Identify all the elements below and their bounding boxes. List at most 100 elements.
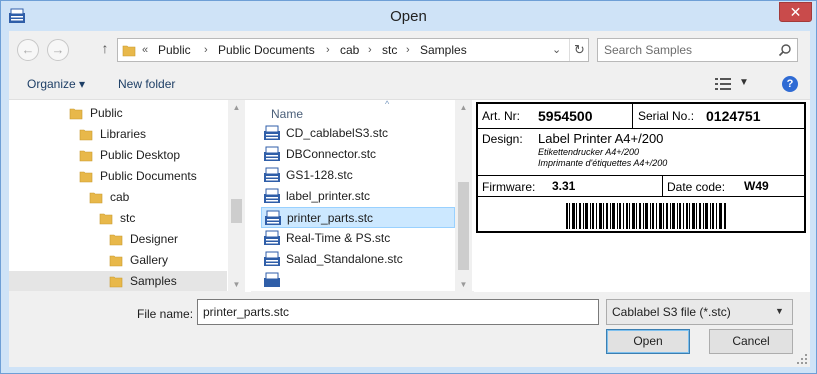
address-dropdown-icon[interactable]: ⌄ — [552, 43, 561, 56]
search-icon[interactable] — [778, 43, 792, 57]
file-item[interactable]: DBConnector.stc — [261, 144, 455, 165]
file-item[interactable]: Salad_Standalone.stc — [261, 249, 455, 270]
breadcrumb-separator-icon[interactable]: › — [204, 44, 208, 56]
file-item-selected[interactable]: printer_parts.stc — [261, 207, 455, 228]
art-number-value: 5954500 — [538, 108, 593, 124]
file-item[interactable]: Real-Time & PS.stc — [261, 228, 455, 249]
breadcrumb-separator-icon[interactable]: › — [326, 44, 330, 56]
tree-item-label: Public — [90, 106, 123, 120]
file-name: GS1-128.stc — [286, 168, 353, 182]
forward-button[interactable]: → — [47, 39, 69, 61]
file-name: CD_cablabelS3.stc — [286, 126, 389, 140]
breadcrumb-cab[interactable]: cab — [340, 43, 359, 57]
cancel-button[interactable]: Cancel — [709, 329, 793, 354]
breadcrumb-overflow-icon[interactable]: « — [142, 44, 148, 56]
back-button[interactable]: ← — [17, 39, 39, 61]
search-box[interactable] — [597, 38, 798, 62]
breadcrumb-separator-icon[interactable]: › — [406, 44, 410, 56]
cablabel-file-icon — [264, 251, 280, 266]
breadcrumb-public-documents[interactable]: Public Documents — [218, 43, 315, 57]
organize-button[interactable]: Organize ▾ — [27, 77, 85, 91]
up-arrow-icon: ↑ — [101, 40, 109, 56]
refresh-icon: ↻ — [574, 42, 585, 57]
file-name: Salad_Standalone.stc — [286, 252, 403, 266]
name-column-header[interactable]: Name — [271, 107, 303, 121]
view-options-icon[interactable] — [715, 78, 731, 90]
scroll-down-icon[interactable]: ▼ — [455, 280, 472, 289]
refresh-button[interactable]: ↻ — [569, 39, 589, 61]
tree-item-label: Public Documents — [100, 169, 197, 183]
barcode — [566, 203, 726, 229]
tree-item-designer[interactable]: Designer — [9, 229, 227, 249]
title-bar[interactable]: Open ✕ — [1, 1, 816, 31]
folder-icon — [79, 150, 93, 162]
file-item[interactable]: CD_cablabelS3.stc — [261, 123, 455, 144]
design-subtitle-de: Etikettendrucker A4+/200 — [538, 147, 639, 157]
tree-item-public-desktop[interactable]: Public Desktop — [9, 145, 227, 165]
file-name-input[interactable] — [203, 304, 593, 320]
dialog-content: ← → ↑ « Public › Public Documents › cab … — [9, 31, 810, 367]
tree-item-label: stc — [120, 211, 136, 225]
scroll-up-icon[interactable]: ▲ — [455, 103, 472, 112]
cablabel-file-icon — [265, 210, 281, 225]
folder-icon — [79, 129, 93, 141]
up-button[interactable]: ↑ — [97, 40, 113, 60]
scroll-thumb[interactable] — [231, 199, 242, 223]
tree-item-label: Samples — [130, 274, 177, 288]
back-arrow-icon: ← — [21, 42, 35, 57]
firmware-value: 3.31 — [552, 179, 576, 193]
search-input[interactable] — [604, 42, 774, 58]
command-bar: Organize ▾ New folder ▼ ? — [9, 69, 810, 99]
file-name: DBConnector.stc — [286, 147, 377, 161]
scroll-down-icon[interactable]: ▼ — [228, 280, 245, 289]
breadcrumb-samples[interactable]: Samples — [420, 43, 467, 57]
file-name: printer_parts.stc — [287, 211, 374, 225]
help-icon[interactable]: ? — [782, 76, 798, 92]
design-label: Design: — [482, 132, 523, 146]
file-item[interactable]: GS1-128.stc — [261, 165, 455, 186]
view-dropdown-icon[interactable]: ▼ — [739, 77, 749, 88]
art-number-label: Art. Nr: — [482, 109, 520, 123]
close-button[interactable]: ✕ — [779, 2, 812, 22]
file-list-scrollbar[interactable]: ▲ ▼ — [455, 100, 472, 292]
tree-item-public[interactable]: Public — [9, 103, 227, 123]
design-subtitle-fr: Imprimante d'étiquettes A4+/200 — [538, 158, 668, 168]
folder-icon — [122, 45, 136, 57]
forward-arrow-icon: → — [51, 42, 65, 57]
file-name-label: File name: — [137, 307, 194, 321]
file-item[interactable]: label_printer.stc — [261, 186, 455, 207]
tree-item-gallery[interactable]: Gallery — [9, 250, 227, 270]
scroll-thumb[interactable] — [458, 182, 469, 270]
file-item[interactable] — [261, 270, 455, 291]
new-folder-button[interactable]: New folder — [118, 77, 175, 91]
breadcrumb-public[interactable]: Public — [158, 43, 191, 57]
file-name: Real-Time & PS.stc — [286, 231, 391, 245]
tree-item-samples[interactable]: Samples — [9, 271, 227, 291]
cablabel-file-icon — [264, 188, 280, 203]
cablabel-file-icon — [264, 146, 280, 161]
open-button[interactable]: Open — [606, 329, 690, 354]
address-bar[interactable]: « Public › Public Documents › cab › stc … — [117, 38, 589, 62]
date-code-label: Date code: — [667, 180, 726, 194]
tree-item-label: Public Desktop — [100, 148, 181, 162]
resize-grip-icon[interactable] — [796, 353, 808, 365]
navigation-scrollbar[interactable]: ▲ ▼ — [228, 100, 245, 292]
tree-item-public-documents[interactable]: Public Documents — [9, 166, 227, 186]
tree-item-label: Gallery — [130, 253, 169, 267]
breadcrumb-stc[interactable]: stc — [382, 43, 397, 57]
folder-icon — [89, 192, 103, 204]
file-type-select[interactable]: Cablabel S3 file (*.stc) ▼ — [606, 299, 793, 325]
browser-panes: Public Libraries Public Desktop Public D… — [9, 99, 810, 292]
serial-number-label: Serial No.: — [638, 109, 695, 123]
scroll-up-icon[interactable]: ▲ — [228, 103, 245, 112]
tree-item-cab[interactable]: cab — [9, 187, 227, 207]
breadcrumb-separator-icon[interactable]: › — [368, 44, 372, 56]
tree-item-label: Libraries — [100, 127, 147, 141]
open-dialog: Open ✕ ← → ↑ « Public › Public Documents… — [0, 0, 817, 374]
serial-number-value: 0124751 — [706, 108, 761, 124]
tree-item-stc[interactable]: stc — [9, 208, 227, 228]
tree-item-libraries[interactable]: Libraries — [9, 124, 227, 144]
chevron-down-icon: ▼ — [775, 306, 784, 316]
tree-item-label: cab — [110, 190, 130, 204]
file-name-field[interactable] — [197, 299, 599, 325]
